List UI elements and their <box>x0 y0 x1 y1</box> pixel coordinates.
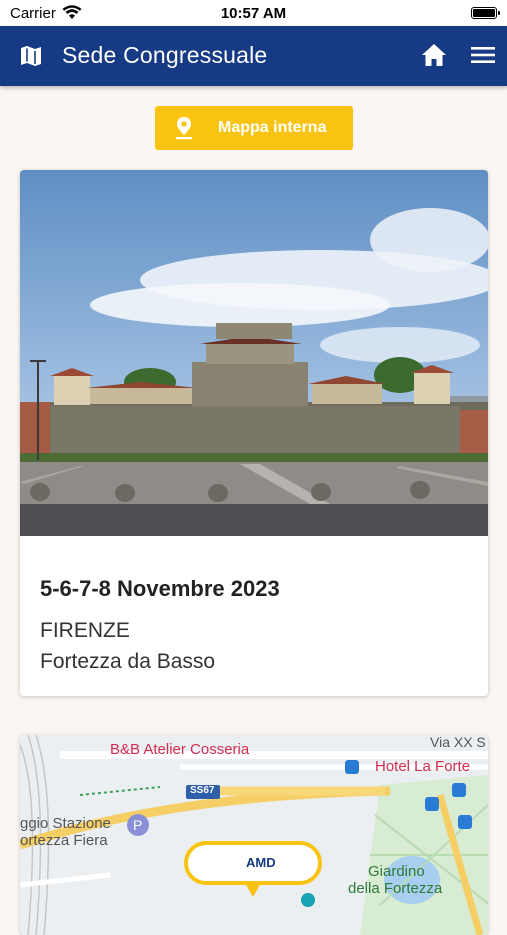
map-label-station-2: ortezza Fiera <box>20 832 108 849</box>
clock: 10:57 AM <box>220 5 287 22</box>
venue-photo <box>20 170 488 536</box>
map-label-station-1: ggio Stazione <box>20 815 111 832</box>
location-map[interactable]: P B&B Atelier Cosseria Via XX S Hotel La… <box>20 735 488 935</box>
battery-icon <box>471 7 500 19</box>
map-marker-text: AMD <box>246 855 276 870</box>
home-icon[interactable] <box>421 43 447 67</box>
map-label-garden-1: Giardino <box>368 863 425 880</box>
event-dates: 5-6-7-8 Novembre 2023 <box>40 576 280 601</box>
internal-map-button[interactable]: Mappa interna <box>155 106 353 150</box>
map-label-bb: B&B Atelier Cosseria <box>110 741 250 758</box>
svg-text:P: P <box>133 817 142 833</box>
menu-icon[interactable] <box>471 45 495 65</box>
venue-card: 5-6-7-8 Novembre 2023 FIRENZE Fortezza d… <box>20 170 488 696</box>
internal-map-label: Mappa interna <box>218 119 327 136</box>
event-venue: Fortezza da Basso <box>40 650 216 673</box>
status-bar: Carrier 10:57 AM <box>0 0 507 26</box>
map-label-hotel: Hotel La Forte <box>375 758 471 775</box>
map-icon <box>21 46 41 66</box>
page-title: Sede Congressuale <box>62 42 268 68</box>
location-pin-icon <box>176 117 192 140</box>
map-label-garden-2: della Fortezza <box>348 880 443 897</box>
app-bar: Sede Congressuale <box>0 26 507 86</box>
map-label-road: SS67 <box>190 785 215 796</box>
event-city: FIRENZE <box>40 619 130 642</box>
map-label-via: Via XX S <box>430 735 486 750</box>
